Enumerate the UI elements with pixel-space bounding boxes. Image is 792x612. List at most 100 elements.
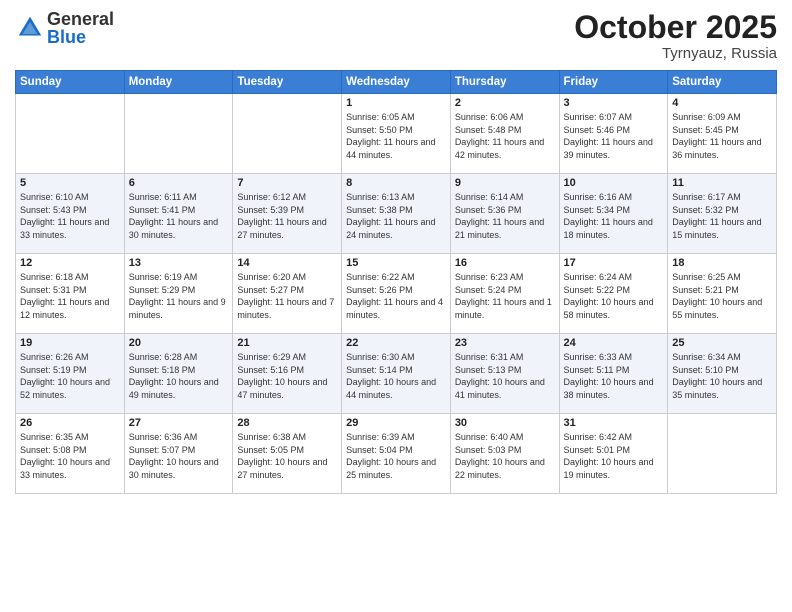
day-number: 10	[564, 177, 664, 189]
day-info: Sunrise: 6:25 AMSunset: 5:21 PMDaylight:…	[672, 271, 772, 321]
day-cell: 6 Sunrise: 6:11 AMSunset: 5:41 PMDaylight…	[124, 174, 233, 254]
day-number: 12	[20, 257, 120, 269]
day-cell	[124, 94, 233, 174]
day-number: 11	[672, 177, 772, 189]
month-title: October 2025	[574, 10, 777, 45]
day-number: 29	[346, 417, 446, 429]
header: General Blue October 2025 Tyrnyauz, Russ…	[15, 10, 777, 62]
day-number: 15	[346, 257, 446, 269]
day-info: Sunrise: 6:33 AMSunset: 5:11 PMDaylight:…	[564, 351, 664, 401]
day-number: 25	[672, 337, 772, 349]
col-friday: Friday	[559, 71, 668, 94]
day-info: Sunrise: 6:09 AMSunset: 5:45 PMDaylight:…	[672, 111, 772, 161]
day-cell: 18 Sunrise: 6:25 AMSunset: 5:21 PMDayligh…	[668, 254, 777, 334]
day-cell: 10 Sunrise: 6:16 AMSunset: 5:34 PMDayligh…	[559, 174, 668, 254]
day-cell: 28 Sunrise: 6:38 AMSunset: 5:05 PMDayligh…	[233, 414, 342, 494]
day-number: 1	[346, 97, 446, 109]
day-cell: 23Sunrise: 6:31 AMSunset: 5:13 PMDayligh…	[450, 334, 559, 414]
day-info: Sunrise: 6:31 AMSunset: 5:13 PMDaylight:…	[455, 351, 555, 401]
col-thursday: Thursday	[450, 71, 559, 94]
day-number: 20	[129, 337, 229, 349]
calendar-header: Sunday Monday Tuesday Wednesday Thursday…	[16, 71, 777, 94]
day-cell: 22Sunrise: 6:30 AMSunset: 5:14 PMDayligh…	[342, 334, 451, 414]
day-cell: 15Sunrise: 6:22 AMSunset: 5:26 PMDayligh…	[342, 254, 451, 334]
col-wednesday: Wednesday	[342, 71, 451, 94]
day-info: Sunrise: 6:42 AMSunset: 5:01 PMDaylight:…	[564, 431, 664, 481]
day-number: 30	[455, 417, 555, 429]
day-cell: 24 Sunrise: 6:33 AMSunset: 5:11 PMDayligh…	[559, 334, 668, 414]
day-info: Sunrise: 6:11 AMSunset: 5:41 PMDaylight:…	[129, 191, 229, 241]
day-cell: 16 Sunrise: 6:23 AMSunset: 5:24 PMDayligh…	[450, 254, 559, 334]
day-cell: 13Sunrise: 6:19 AMSunset: 5:29 PMDayligh…	[124, 254, 233, 334]
day-cell: 8Sunrise: 6:13 AMSunset: 5:38 PMDaylight…	[342, 174, 451, 254]
day-number: 27	[129, 417, 229, 429]
day-cell	[668, 414, 777, 494]
day-number: 5	[20, 177, 120, 189]
calendar-container: General Blue October 2025 Tyrnyauz, Russ…	[0, 0, 792, 612]
day-info: Sunrise: 6:36 AMSunset: 5:07 PMDaylight:…	[129, 431, 229, 481]
day-number: 4	[672, 97, 772, 109]
calendar-table: Sunday Monday Tuesday Wednesday Thursday…	[15, 70, 777, 494]
day-info: Sunrise: 6:35 AMSunset: 5:08 PMDaylight:…	[20, 431, 120, 481]
day-number: 9	[455, 177, 555, 189]
day-info: Sunrise: 6:38 AMSunset: 5:05 PMDaylight:…	[237, 431, 337, 481]
day-cell: 19 Sunrise: 6:26 AMSunset: 5:19 PMDayligh…	[16, 334, 125, 414]
day-info: Sunrise: 6:24 AMSunset: 5:22 PMDaylight:…	[564, 271, 664, 321]
col-sunday: Sunday	[16, 71, 125, 94]
day-cell: 4 Sunrise: 6:09 AMSunset: 5:45 PMDaylight…	[668, 94, 777, 174]
day-info: Sunrise: 6:28 AMSunset: 5:18 PMDaylight:…	[129, 351, 229, 401]
day-info: Sunrise: 6:17 AMSunset: 5:32 PMDaylight:…	[672, 191, 772, 241]
day-cell: 26Sunrise: 6:35 AMSunset: 5:08 PMDayligh…	[16, 414, 125, 494]
day-number: 16	[455, 257, 555, 269]
day-info: Sunrise: 6:39 AMSunset: 5:04 PMDaylight:…	[346, 431, 446, 481]
day-cell: 27 Sunrise: 6:36 AMSunset: 5:07 PMDayligh…	[124, 414, 233, 494]
day-info: Sunrise: 6:34 AMSunset: 5:10 PMDaylight:…	[672, 351, 772, 401]
day-number: 2	[455, 97, 555, 109]
week-row-1: 1 Sunrise: 6:05 AMSunset: 5:50 PMDaylight…	[16, 94, 777, 174]
day-cell: 12Sunrise: 6:18 AMSunset: 5:31 PMDayligh…	[16, 254, 125, 334]
day-cell: 5 Sunrise: 6:10 AMSunset: 5:43 PMDaylight…	[16, 174, 125, 254]
day-cell: 9 Sunrise: 6:14 AMSunset: 5:36 PMDaylight…	[450, 174, 559, 254]
day-info: Sunrise: 6:06 AMSunset: 5:48 PMDaylight:…	[455, 111, 555, 161]
day-info: Sunrise: 6:07 AMSunset: 5:46 PMDaylight:…	[564, 111, 664, 161]
day-cell	[233, 94, 342, 174]
day-cell: 2 Sunrise: 6:06 AMSunset: 5:48 PMDaylight…	[450, 94, 559, 174]
day-number: 19	[20, 337, 120, 349]
day-info: Sunrise: 6:16 AMSunset: 5:34 PMDaylight:…	[564, 191, 664, 241]
day-info: Sunrise: 6:23 AMSunset: 5:24 PMDaylight:…	[455, 271, 555, 321]
location-title: Tyrnyauz, Russia	[574, 45, 777, 62]
day-info: Sunrise: 6:10 AMSunset: 5:43 PMDaylight:…	[20, 191, 120, 241]
day-cell: 20 Sunrise: 6:28 AMSunset: 5:18 PMDayligh…	[124, 334, 233, 414]
day-cell: 3Sunrise: 6:07 AMSunset: 5:46 PMDaylight…	[559, 94, 668, 174]
day-number: 7	[237, 177, 337, 189]
calendar-body: 1 Sunrise: 6:05 AMSunset: 5:50 PMDaylight…	[16, 94, 777, 494]
day-cell: 31 Sunrise: 6:42 AMSunset: 5:01 PMDayligh…	[559, 414, 668, 494]
day-cell	[16, 94, 125, 174]
day-info: Sunrise: 6:19 AMSunset: 5:29 PMDaylight:…	[129, 271, 229, 321]
day-number: 14	[237, 257, 337, 269]
day-cell: 29 Sunrise: 6:39 AMSunset: 5:04 PMDayligh…	[342, 414, 451, 494]
logo-icon	[15, 13, 45, 43]
day-cell: 7 Sunrise: 6:12 AMSunset: 5:39 PMDaylight…	[233, 174, 342, 254]
day-number: 31	[564, 417, 664, 429]
week-row-5: 26Sunrise: 6:35 AMSunset: 5:08 PMDayligh…	[16, 414, 777, 494]
week-row-4: 19 Sunrise: 6:26 AMSunset: 5:19 PMDayligh…	[16, 334, 777, 414]
day-cell: 21Sunrise: 6:29 AMSunset: 5:16 PMDayligh…	[233, 334, 342, 414]
day-info: Sunrise: 6:12 AMSunset: 5:39 PMDaylight:…	[237, 191, 337, 241]
logo: General Blue	[15, 10, 114, 46]
day-number: 28	[237, 417, 337, 429]
logo-general-text: General	[47, 9, 114, 29]
title-block: October 2025 Tyrnyauz, Russia	[574, 10, 777, 62]
day-info: Sunrise: 6:14 AMSunset: 5:36 PMDaylight:…	[455, 191, 555, 241]
day-number: 6	[129, 177, 229, 189]
day-info: Sunrise: 6:05 AMSunset: 5:50 PMDaylight:…	[346, 111, 446, 161]
day-number: 24	[564, 337, 664, 349]
day-cell: 30 Sunrise: 6:40 AMSunset: 5:03 PMDayligh…	[450, 414, 559, 494]
col-tuesday: Tuesday	[233, 71, 342, 94]
day-number: 18	[672, 257, 772, 269]
col-monday: Monday	[124, 71, 233, 94]
day-info: Sunrise: 6:26 AMSunset: 5:19 PMDaylight:…	[20, 351, 120, 401]
day-info: Sunrise: 6:40 AMSunset: 5:03 PMDaylight:…	[455, 431, 555, 481]
day-info: Sunrise: 6:13 AMSunset: 5:38 PMDaylight:…	[346, 191, 446, 241]
day-info: Sunrise: 6:29 AMSunset: 5:16 PMDaylight:…	[237, 351, 337, 401]
